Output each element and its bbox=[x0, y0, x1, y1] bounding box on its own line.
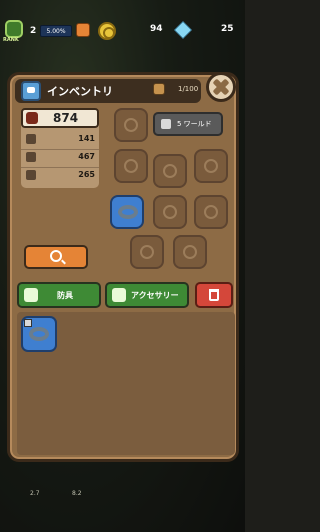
rank-emblem bbox=[5, 20, 23, 38]
inventory-tabs: 防具 アクセサリー bbox=[17, 282, 235, 308]
accessory-icon bbox=[112, 288, 126, 302]
inventory-panel: インベントリ 1/100 874 141 467 265 5 ワールド 防具 ア… bbox=[7, 72, 239, 462]
trash-button[interactable] bbox=[195, 282, 233, 308]
sword-icon bbox=[26, 134, 36, 144]
power-value: 874 bbox=[53, 111, 79, 125]
boots-icon bbox=[140, 245, 154, 259]
stats-panel: 874 141 467 265 bbox=[21, 108, 99, 188]
hud-value: 2.7 bbox=[30, 490, 40, 497]
pet-icon bbox=[204, 159, 218, 173]
search-button[interactable] bbox=[24, 245, 88, 269]
heart-icon bbox=[26, 152, 36, 162]
rank-label: RANK bbox=[3, 37, 19, 43]
plus-icon[interactable] bbox=[76, 23, 90, 37]
inventory-title: インベントリ bbox=[47, 85, 113, 98]
inventory-header: インベントリ 1/100 bbox=[15, 79, 201, 103]
armor-icon bbox=[163, 164, 177, 178]
bag-icon bbox=[153, 83, 165, 95]
stat-attack: 141 bbox=[21, 133, 99, 150]
tab-label: アクセサリー bbox=[131, 291, 179, 300]
game-screen: RANK 2 5.00% 94 25 インベントリ 1/100 874 141 bbox=[0, 0, 245, 532]
power-display: 874 bbox=[21, 108, 99, 128]
bottom-hud: 2.7 8.2 bbox=[0, 470, 245, 532]
divider bbox=[21, 167, 99, 168]
tab-label: 防具 bbox=[57, 291, 73, 300]
fist-icon bbox=[26, 112, 38, 124]
plus-icon bbox=[26, 170, 36, 180]
pet-slot[interactable] bbox=[194, 149, 228, 183]
world-lock-label: 5 ワールド bbox=[177, 120, 212, 128]
ring-icon bbox=[29, 327, 49, 341]
ring-icon bbox=[118, 205, 138, 219]
trash-icon bbox=[209, 289, 219, 301]
gem-icon bbox=[174, 21, 192, 39]
coin-count: 94 bbox=[150, 24, 163, 34]
inventory-icon bbox=[21, 81, 41, 101]
helmet-slot[interactable] bbox=[114, 149, 148, 183]
gloves-icon bbox=[163, 205, 177, 219]
stat-value: 141 bbox=[78, 134, 95, 143]
boots-slot[interactable] bbox=[130, 235, 164, 269]
top-bar: RANK 2 5.00% 94 25 bbox=[0, 18, 245, 48]
necklace-slot[interactable] bbox=[194, 195, 228, 229]
tab-accessory[interactable]: アクセサリー bbox=[105, 282, 189, 308]
inventory-grid bbox=[17, 312, 235, 455]
search-icon bbox=[50, 250, 62, 262]
stat-health: 467 bbox=[21, 151, 99, 168]
helmet-icon bbox=[124, 159, 138, 173]
inventory-capacity: 1/100 bbox=[178, 85, 199, 93]
companion-slot[interactable] bbox=[173, 235, 207, 269]
divider bbox=[21, 149, 99, 150]
hud-value: 8.2 bbox=[72, 490, 82, 497]
tab-armor[interactable]: 防具 bbox=[17, 282, 101, 308]
stat-value: 467 bbox=[78, 152, 95, 161]
gloves-slot[interactable] bbox=[153, 195, 187, 229]
companion-icon bbox=[183, 245, 197, 259]
inventory-item-ring[interactable] bbox=[21, 316, 57, 352]
lock-icon bbox=[161, 119, 171, 129]
armor-slot[interactable] bbox=[153, 154, 187, 188]
coin-icon bbox=[98, 22, 116, 40]
necklace-icon bbox=[204, 205, 218, 219]
stat-regen: 265 bbox=[21, 169, 99, 183]
world-lock-button[interactable]: 5 ワールド bbox=[153, 112, 223, 136]
wings-slot[interactable] bbox=[114, 108, 148, 142]
equipped-badge-icon bbox=[24, 319, 32, 327]
rank-badge-icon[interactable]: RANK bbox=[3, 20, 25, 44]
wings-icon bbox=[124, 118, 138, 132]
stat-value: 265 bbox=[78, 170, 95, 179]
ring-slot-equipped[interactable] bbox=[110, 195, 144, 229]
xp-progress: 5.00% bbox=[40, 25, 72, 37]
close-button[interactable] bbox=[206, 72, 236, 102]
player-level: 2 bbox=[30, 26, 37, 36]
gem-count: 25 bbox=[221, 24, 234, 34]
armor-icon bbox=[24, 288, 38, 302]
